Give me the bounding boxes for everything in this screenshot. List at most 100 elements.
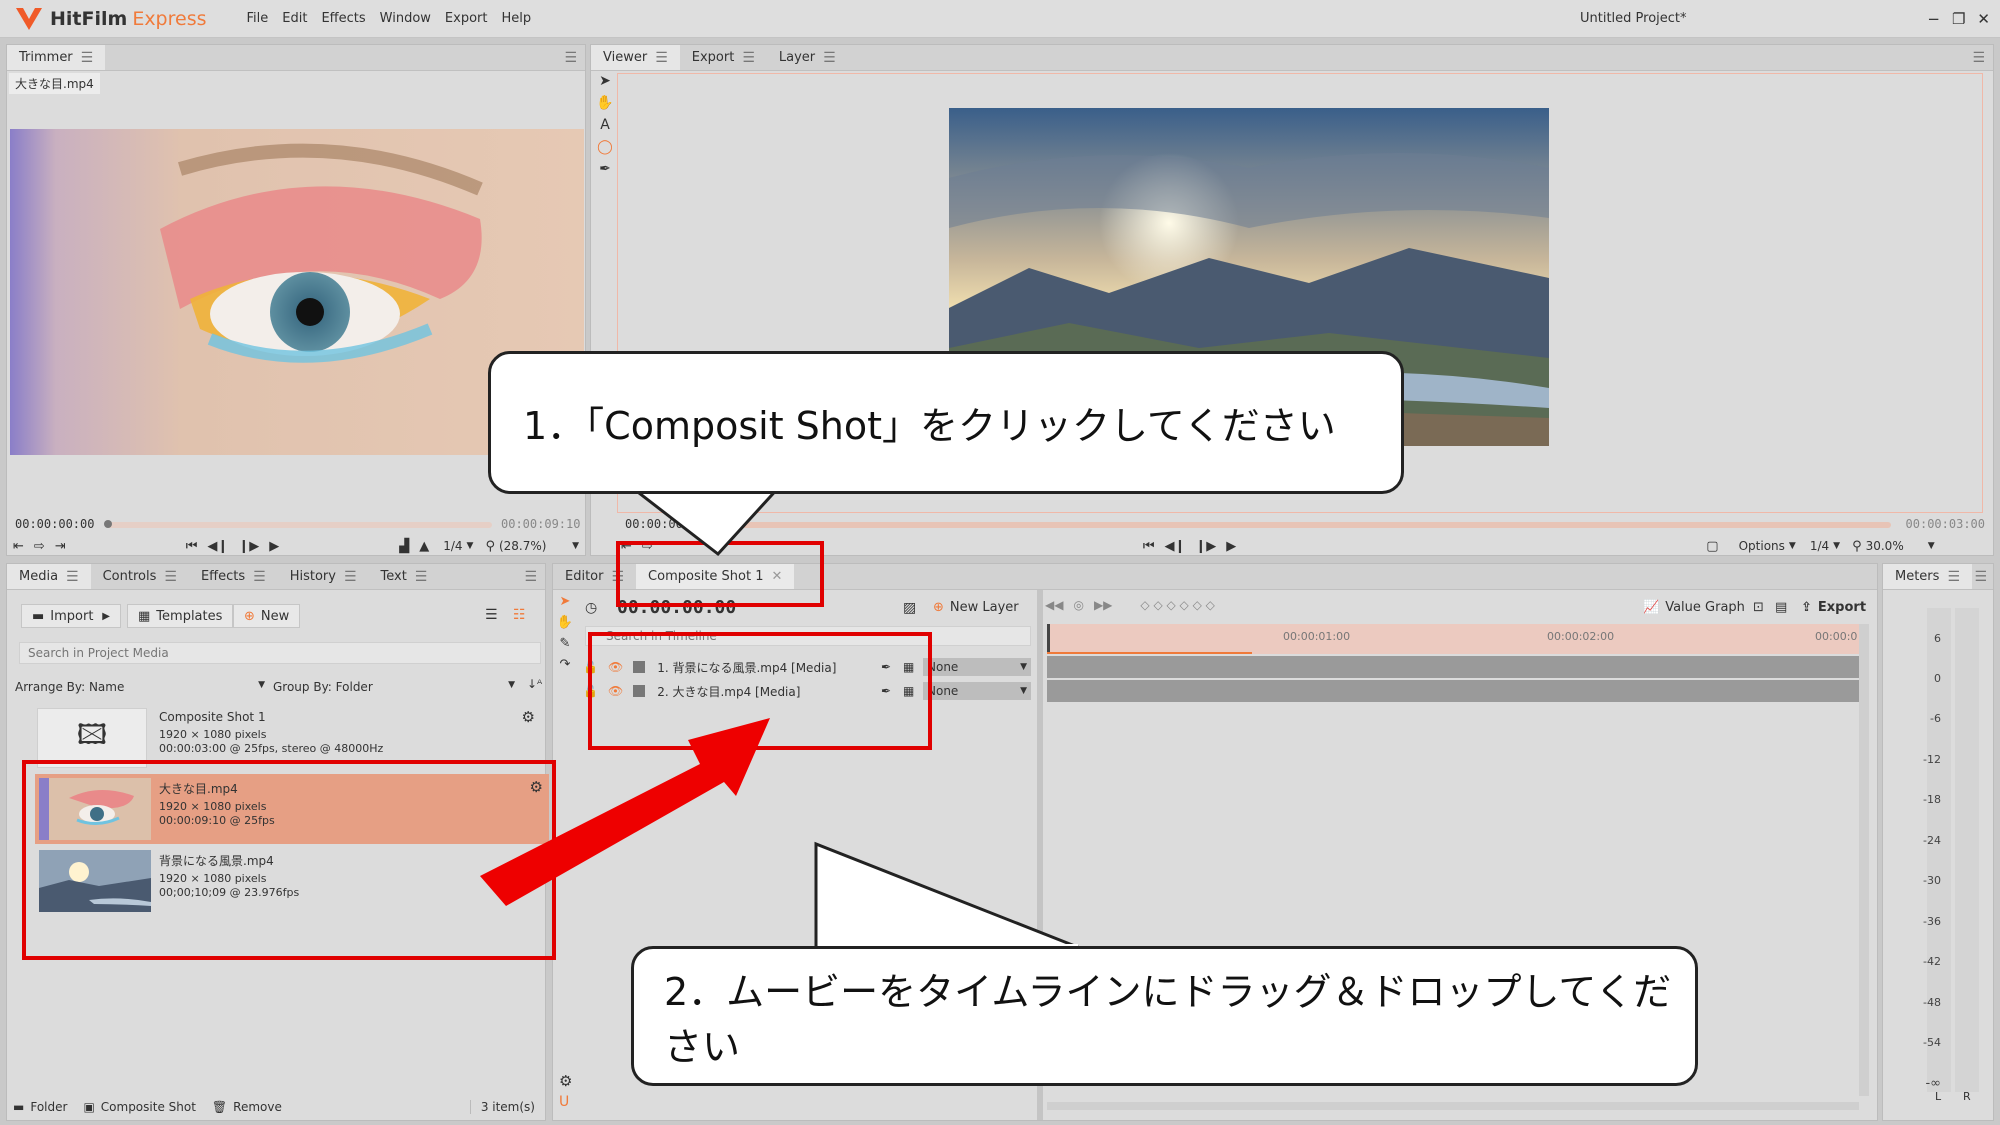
skip-start-icon[interactable]: ⏮ bbox=[186, 539, 198, 554]
zoom-fit-icon[interactable]: ⊡ bbox=[1753, 600, 1764, 615]
menu-icon[interactable]: ☰ bbox=[253, 569, 266, 585]
chevron-down-icon[interactable]: ▼ bbox=[1928, 541, 1935, 551]
tab-controls[interactable]: Controls ☰ bbox=[91, 564, 189, 589]
menu-effects[interactable]: Effects bbox=[321, 11, 365, 26]
menu-window[interactable]: Window bbox=[380, 11, 431, 26]
timeline-export-button[interactable]: ⇪ Export bbox=[1801, 600, 1866, 615]
tab-export[interactable]: Export ☰ bbox=[680, 45, 767, 70]
menu-file[interactable]: File bbox=[247, 11, 269, 26]
composite-shot-icon[interactable]: ▣ bbox=[83, 1100, 94, 1114]
zoom-value[interactable]: 30.0% bbox=[1866, 539, 1904, 553]
slip-tool-icon[interactable]: ↷ bbox=[560, 657, 571, 672]
prev-keyframe-icon[interactable]: ◀◀ bbox=[1045, 598, 1063, 612]
snapshot-icon[interactable]: ▟ bbox=[399, 539, 409, 554]
overlay-icon[interactable]: ⇥ bbox=[55, 539, 66, 554]
blend-mode-select[interactable]: None ▼ bbox=[923, 658, 1031, 676]
select-tool-icon[interactable]: ➤ bbox=[599, 73, 611, 89]
insert-icon[interactable]: ⇨ bbox=[34, 539, 45, 554]
step-back-icon[interactable]: ◀❙ bbox=[207, 539, 228, 554]
minimize-icon[interactable]: − bbox=[1927, 10, 1940, 28]
menu-icon[interactable]: ☰ bbox=[66, 569, 79, 585]
resolution-select[interactable]: 1/4 bbox=[1810, 539, 1829, 553]
timeline-track[interactable] bbox=[1047, 656, 1859, 678]
render-icon[interactable]: ▤ bbox=[1775, 600, 1787, 615]
import-button[interactable]: ▬ Import ▶ bbox=[21, 604, 121, 628]
options-select[interactable]: Options bbox=[1739, 539, 1785, 553]
folder-icon[interactable]: ▬ bbox=[13, 1100, 24, 1114]
value-graph-button[interactable]: 📈 Value Graph bbox=[1643, 600, 1745, 615]
menu-icon[interactable]: ☰ bbox=[81, 50, 94, 66]
timeline-horizontal-scrollbar[interactable] bbox=[1047, 1102, 1859, 1110]
playhead[interactable] bbox=[1047, 624, 1050, 654]
timeline-scrollbar[interactable] bbox=[1859, 624, 1869, 1096]
in-point-icon[interactable]: ⇤ bbox=[13, 539, 24, 554]
menu-edit[interactable]: Edit bbox=[282, 11, 307, 26]
viewer-scrubber[interactable] bbox=[721, 522, 1891, 528]
chevron-down-icon[interactable]: ▼ bbox=[467, 541, 474, 551]
panel-menu-icon[interactable]: ☰ bbox=[524, 569, 537, 585]
detail-view-icon[interactable]: ☷ bbox=[513, 607, 526, 623]
menu-icon[interactable]: ☰ bbox=[344, 569, 357, 585]
new-button[interactable]: ⊕ New bbox=[233, 604, 301, 628]
keyframe-icon[interactable]: ◎ bbox=[1073, 598, 1083, 612]
work-area[interactable] bbox=[1047, 652, 1252, 654]
gear-icon[interactable]: ⚙ bbox=[559, 1072, 572, 1090]
menu-icon[interactable]: ☰ bbox=[164, 569, 177, 585]
snapshot-icon[interactable]: ▢ bbox=[1706, 539, 1718, 554]
tab-text[interactable]: Text ☰ bbox=[369, 564, 440, 589]
hand-tool-icon[interactable]: ✋ bbox=[557, 615, 573, 630]
close-icon[interactable]: ✕ bbox=[1977, 10, 1990, 28]
new-folder-button[interactable]: Folder bbox=[30, 1100, 67, 1114]
remove-button[interactable]: Remove bbox=[233, 1100, 282, 1114]
next-keyframe-icon[interactable]: ▶▶ bbox=[1094, 598, 1112, 612]
play-icon[interactable]: ▶ bbox=[269, 539, 279, 554]
export-frame-icon[interactable]: ▨ bbox=[903, 600, 916, 616]
group-by-select[interactable]: Group By: Folder ▼ bbox=[273, 680, 515, 694]
zoom-icon[interactable]: ⚲ bbox=[1852, 539, 1862, 554]
resolution-select[interactable]: 1/4 bbox=[443, 539, 462, 553]
new-layer-button[interactable]: ⊕ New Layer bbox=[933, 600, 1019, 615]
select-tool-icon[interactable]: ➤ bbox=[560, 594, 571, 609]
tab-meters[interactable]: Meters ☰ bbox=[1883, 564, 1972, 589]
arrange-by-select[interactable]: Arrange By: Name ▼ bbox=[15, 680, 265, 694]
menu-icon[interactable]: ☰ bbox=[742, 50, 755, 66]
skip-start-icon[interactable]: ⏮ bbox=[1143, 539, 1155, 554]
hand-tool-icon[interactable]: ✋ bbox=[596, 95, 613, 111]
menu-help[interactable]: Help bbox=[501, 11, 531, 26]
zoom-icon[interactable]: ⚲ bbox=[485, 539, 495, 554]
list-view-icon[interactable]: ☰ bbox=[485, 607, 498, 623]
media-search-input[interactable] bbox=[19, 642, 541, 664]
chevron-down-icon[interactable]: ▼ bbox=[1833, 541, 1840, 551]
new-composite-shot-button[interactable]: Composite Shot bbox=[101, 1100, 196, 1114]
tab-layer[interactable]: Layer ☰ bbox=[767, 45, 848, 70]
play-icon[interactable]: ▶ bbox=[1226, 539, 1236, 554]
magnet-icon[interactable]: U bbox=[559, 1094, 569, 1110]
tab-effects[interactable]: Effects ☰ bbox=[189, 564, 278, 589]
zoom-value[interactable]: (28.7%) bbox=[499, 539, 546, 553]
text-tool-icon[interactable]: A bbox=[600, 117, 610, 133]
step-forward-icon[interactable]: ❙▶ bbox=[238, 539, 259, 554]
ellipse-tool-icon[interactable]: ◯ bbox=[597, 139, 613, 155]
panel-menu-icon[interactable]: ☰ bbox=[564, 50, 577, 66]
panel-menu-icon[interactable]: ☰ bbox=[1972, 50, 1985, 66]
tab-history[interactable]: History ☰ bbox=[278, 564, 369, 589]
step-forward-icon[interactable]: ❙▶ bbox=[1195, 539, 1216, 554]
timeline-track[interactable] bbox=[1047, 680, 1859, 702]
restore-icon[interactable]: ❐ bbox=[1952, 10, 1965, 28]
chevron-down-icon[interactable]: ▼ bbox=[1789, 541, 1796, 551]
menu-export[interactable]: Export bbox=[445, 11, 488, 26]
razor-tool-icon[interactable]: ✎ bbox=[560, 636, 571, 651]
menu-icon[interactable]: ☰ bbox=[1947, 569, 1960, 585]
templates-button[interactable]: ▦ Templates bbox=[127, 604, 234, 628]
timeline-ruler[interactable]: 00:00:01:00 00:00:02:00 00:00:0 bbox=[1047, 624, 1859, 654]
menu-icon[interactable]: ☰ bbox=[655, 50, 668, 66]
tab-viewer[interactable]: Viewer ☰ bbox=[591, 45, 680, 70]
audio-icon[interactable]: ▲ bbox=[419, 539, 429, 554]
trash-icon[interactable]: 🗑 bbox=[212, 1100, 227, 1114]
menu-icon[interactable]: ☰ bbox=[823, 50, 836, 66]
panel-menu-icon[interactable]: ☰ bbox=[1974, 569, 1987, 585]
pen-tool-icon[interactable]: ✒ bbox=[599, 161, 611, 177]
tab-trimmer[interactable]: Trimmer ☰ bbox=[7, 45, 106, 70]
sort-icon[interactable]: ↓ᴬ bbox=[527, 677, 542, 691]
step-back-icon[interactable]: ◀❙ bbox=[1165, 539, 1186, 554]
